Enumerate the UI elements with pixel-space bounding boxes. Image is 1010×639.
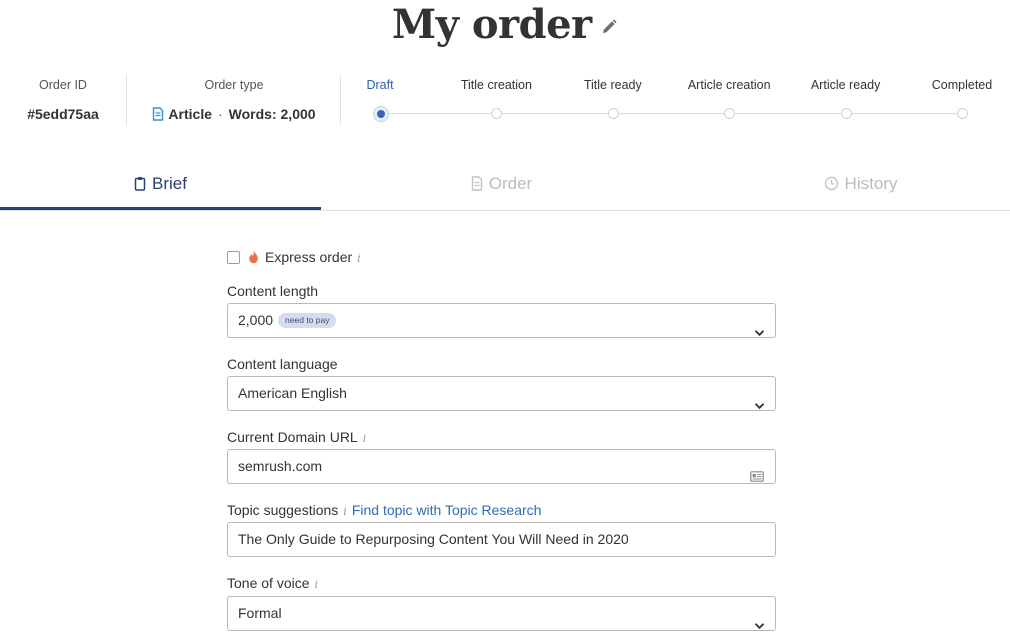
topic-suggestions-input[interactable]: The Only Guide to Repurposing Content Yo…: [227, 522, 776, 557]
express-order-row: Express order i: [227, 248, 361, 266]
tone-of-voice-value: Formal: [238, 605, 282, 621]
tab-brief[interactable]: Brief: [0, 160, 321, 210]
order-type-label: Order type: [204, 78, 264, 92]
content-length-select[interactable]: 2,000 need to pay: [227, 303, 776, 338]
content-language-label: Content language: [227, 356, 338, 372]
info-icon[interactable]: i: [357, 250, 361, 268]
step-article-ready: Article ready: [786, 77, 906, 119]
content-length-label: Content length: [227, 283, 319, 299]
divider: [126, 75, 127, 125]
clock-icon: [824, 162, 839, 210]
header: My order: [0, 0, 1010, 50]
info-icon[interactable]: i: [315, 576, 319, 594]
step-dot-active: [373, 106, 388, 121]
progress-line: [380, 113, 962, 114]
pencil-icon[interactable]: [600, 18, 618, 41]
step-dot: [840, 108, 852, 119]
step-label: Draft: [366, 78, 394, 92]
step-dot: [607, 108, 619, 119]
order-id-label: Order ID: [39, 78, 87, 92]
flame-icon: [248, 250, 259, 268]
topic-suggestions-value: The Only Guide to Repurposing Content Yo…: [238, 531, 629, 547]
page-title: My order: [391, 1, 592, 48]
step-completed: Completed: [902, 77, 1010, 119]
step-label: Title creation: [460, 78, 532, 92]
clipboard-icon: [134, 162, 146, 210]
chevron-down-icon: [754, 389, 765, 410]
content-language-value: American English: [238, 385, 347, 401]
domain-url-value: semrush.com: [238, 458, 323, 474]
find-topic-link[interactable]: Find topic with Topic Research: [352, 502, 542, 518]
chevron-down-icon: [754, 609, 765, 630]
tone-of-voice-label: Tone of voice: [227, 575, 310, 591]
domain-url-input[interactable]: semrush.com: [227, 449, 776, 484]
order-type-text: Article: [168, 106, 212, 122]
step-label: Completed: [931, 78, 993, 92]
tone-of-voice-label-row: Tone of voice i: [227, 574, 318, 592]
step-dot: [491, 108, 503, 119]
order-id-block: Order ID #5edd75aa: [18, 77, 108, 123]
domain-url-label-row: Current Domain URL i: [227, 428, 366, 446]
separator: ·: [218, 106, 223, 122]
info-icon[interactable]: i: [343, 503, 347, 521]
need-to-pay-badge: need to pay: [278, 313, 337, 328]
step-dot: [957, 108, 968, 119]
topic-suggestions-label-row: Topic suggestions i Find topic with Topic …: [227, 501, 541, 519]
order-id-value: #5edd75aa: [27, 106, 99, 122]
step-dot: [724, 108, 736, 119]
info-icon[interactable]: i: [363, 430, 367, 448]
chevron-down-icon: [754, 316, 765, 337]
express-order-label: Express order: [265, 249, 353, 265]
step-label: Article ready: [810, 78, 881, 92]
step-label: Article creation: [687, 78, 771, 92]
order-type-value: Article · Words: 2,000: [134, 105, 334, 123]
tone-of-voice-select[interactable]: Formal: [227, 596, 776, 631]
order-progress-steps: Draft Title creation Title ready Article…: [360, 77, 1010, 127]
step-label: Title ready: [583, 78, 642, 92]
step-draft: Draft: [320, 77, 440, 121]
tab-label: Order: [488, 174, 533, 193]
words-count: Words: 2,000: [228, 106, 316, 122]
tab-history[interactable]: History: [700, 160, 1010, 210]
tab-order[interactable]: Order: [341, 160, 662, 210]
step-article-creation: Article creation: [669, 77, 789, 119]
tab-label: Brief: [152, 174, 187, 193]
content-language-select[interactable]: American English: [227, 376, 776, 411]
tab-label: History: [844, 174, 898, 193]
express-order-checkbox[interactable]: [227, 251, 240, 264]
tab-bar: Brief Order History: [0, 160, 1010, 211]
domain-url-label: Current Domain URL: [227, 429, 358, 445]
document-icon: [152, 107, 164, 125]
order-type-block: Order type Article · Words: 2,000: [134, 77, 334, 123]
step-title-ready: Title ready: [553, 77, 673, 119]
document-icon: [471, 162, 483, 210]
topic-suggestions-label: Topic suggestions: [227, 502, 339, 518]
step-title-creation: Title creation: [436, 77, 556, 119]
contact-card-icon: [750, 461, 764, 483]
content-length-value: 2,000: [238, 312, 274, 328]
